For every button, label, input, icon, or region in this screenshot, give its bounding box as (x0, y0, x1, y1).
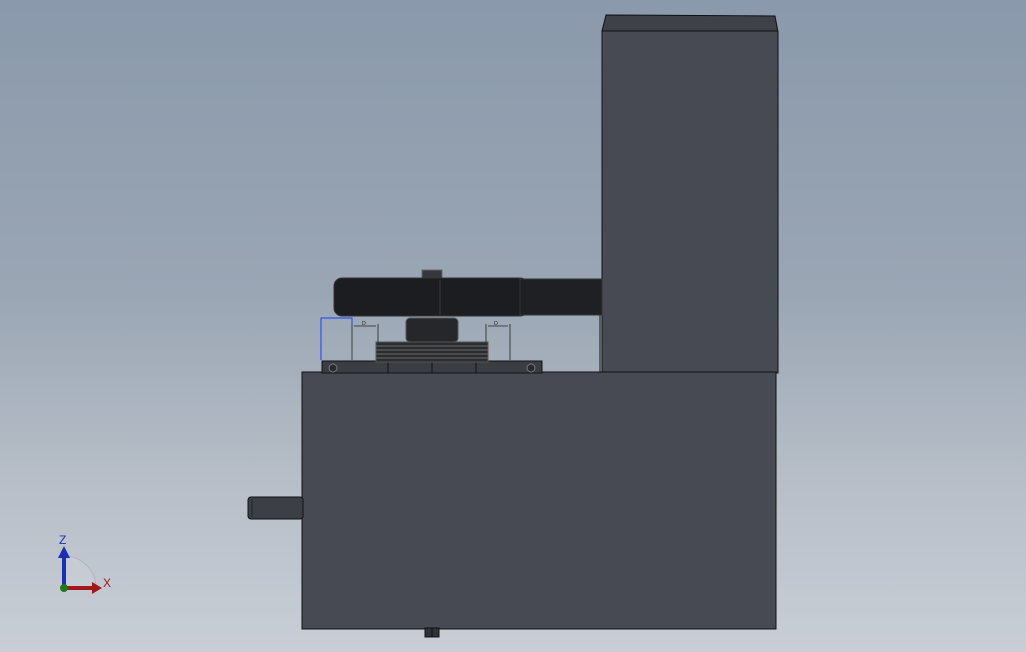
dimension-right-text: D (494, 321, 498, 327)
model-view[interactable]: D D Z X (0, 0, 1026, 652)
shaft-stub[interactable] (247, 496, 304, 520)
x-axis-label: X (103, 576, 111, 590)
tower-block[interactable] (601, 14, 779, 374)
bottom-bolt[interactable] (424, 627, 440, 638)
cad-graphics-area[interactable]: D D Z X (0, 0, 1026, 652)
mounting-plate[interactable] (321, 360, 543, 374)
z-axis-label: Z (59, 533, 66, 547)
axis-triad[interactable]: Z X (58, 533, 111, 594)
belt-pulley[interactable] (333, 277, 603, 317)
dimension-left-text: D (362, 321, 366, 327)
